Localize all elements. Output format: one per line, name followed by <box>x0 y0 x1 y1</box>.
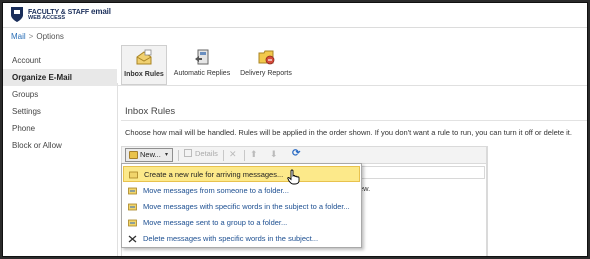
rules-toolbar: New... ▾ Details ✕ ⬆ ⬇ ⟳ <box>121 146 487 164</box>
new-rule-button[interactable]: New... ▾ <box>125 148 173 162</box>
brand-subtitle: WEB ACCESS <box>28 15 66 21</box>
breadcrumb-separator: > <box>28 32 34 41</box>
details-pane-divider <box>487 146 488 256</box>
section-divider <box>121 120 587 121</box>
section-description: Choose how mail will be handled. Rules w… <box>125 128 572 137</box>
move-rule-icon <box>128 219 137 227</box>
tab-inbox-rules-label: Inbox Rules <box>124 71 164 78</box>
toolbar-separator <box>223 150 224 161</box>
sidebar-divider <box>117 83 118 256</box>
toolbar-separator <box>178 150 179 161</box>
rule-new-icon <box>129 171 138 179</box>
sidebar: Account Organize E-Mail Groups Settings … <box>3 52 117 256</box>
tab-automatic-replies-label: Automatic Replies <box>173 70 231 77</box>
breadcrumb-mail-link[interactable]: Mail <box>11 32 26 41</box>
tab-delivery-reports-label: Delivery Reports <box>240 70 292 77</box>
chevron-down-icon: ▾ <box>164 152 168 158</box>
breadcrumb: Mail > Options <box>11 32 64 41</box>
new-rule-icon <box>129 151 138 159</box>
move-rule-icon <box>128 187 137 195</box>
breadcrumb-current: Options <box>36 32 64 41</box>
tabs-divider <box>117 85 587 86</box>
sidebar-item-settings[interactable]: Settings <box>3 103 117 120</box>
move-rule-icon <box>128 203 137 211</box>
menu-item-label: Move messages with specific words in the… <box>143 202 350 211</box>
menu-item-delete-by-subject[interactable]: Delete messages with specific words in t… <box>123 231 360 247</box>
details-label: Details <box>195 149 218 158</box>
menu-item-move-sent-to-group[interactable]: Move message sent to a group to a folder… <box>123 215 360 231</box>
delete-x-icon <box>128 235 137 243</box>
sidebar-item-block-or-allow[interactable]: Block or Allow <box>3 137 117 154</box>
automatic-replies-icon <box>195 49 209 65</box>
delete-icon[interactable]: ✕ <box>229 149 237 160</box>
refresh-icon[interactable]: ⟳ <box>292 148 300 159</box>
move-down-icon[interactable]: ⬇ <box>270 149 278 160</box>
details-button[interactable]: Details <box>184 149 218 158</box>
new-rule-label: New... <box>140 150 161 159</box>
menu-item-move-by-subject[interactable]: Move messages with specific words in the… <box>123 199 360 215</box>
details-icon <box>184 149 192 157</box>
page-title: Inbox Rules <box>125 106 176 117</box>
new-rule-menu: Create a new rule for arriving messages.… <box>121 163 362 248</box>
tab-automatic-replies[interactable]: Automatic Replies <box>171 45 233 85</box>
delivery-reports-icon <box>258 50 275 65</box>
move-up-icon[interactable]: ⬆ <box>250 149 258 160</box>
menu-item-create-new-rule[interactable]: Create a new rule for arriving messages.… <box>123 166 360 182</box>
header: FACULTY & STAFF email WEB ACCESS <box>3 3 587 27</box>
menu-item-label: Move message sent to a group to a folder… <box>143 218 288 227</box>
sidebar-item-account[interactable]: Account <box>3 52 117 69</box>
hand-pointer-cursor-icon <box>287 169 300 185</box>
sidebar-item-groups[interactable]: Groups <box>3 86 117 103</box>
menu-item-label: Create a new rule for arriving messages.… <box>144 170 284 179</box>
tab-inbox-rules[interactable]: Inbox Rules <box>121 45 167 85</box>
toolbar-separator <box>244 150 245 161</box>
tab-delivery-reports[interactable]: Delivery Reports <box>237 45 295 85</box>
menu-item-label: Delete messages with specific words in t… <box>143 234 319 243</box>
inbox-rules-icon <box>136 49 152 65</box>
header-divider <box>3 27 587 28</box>
sidebar-item-organize-email[interactable]: Organize E-Mail <box>3 69 117 86</box>
sidebar-item-phone[interactable]: Phone <box>3 120 117 137</box>
university-shield-icon <box>11 7 23 22</box>
owa-options-window: FACULTY & STAFF email WEB ACCESS Mail > Op… <box>2 2 588 257</box>
menu-item-move-from-someone[interactable]: Move messages from someone to a folder..… <box>123 183 360 199</box>
menu-item-label: Move messages from someone to a folder..… <box>143 186 289 195</box>
